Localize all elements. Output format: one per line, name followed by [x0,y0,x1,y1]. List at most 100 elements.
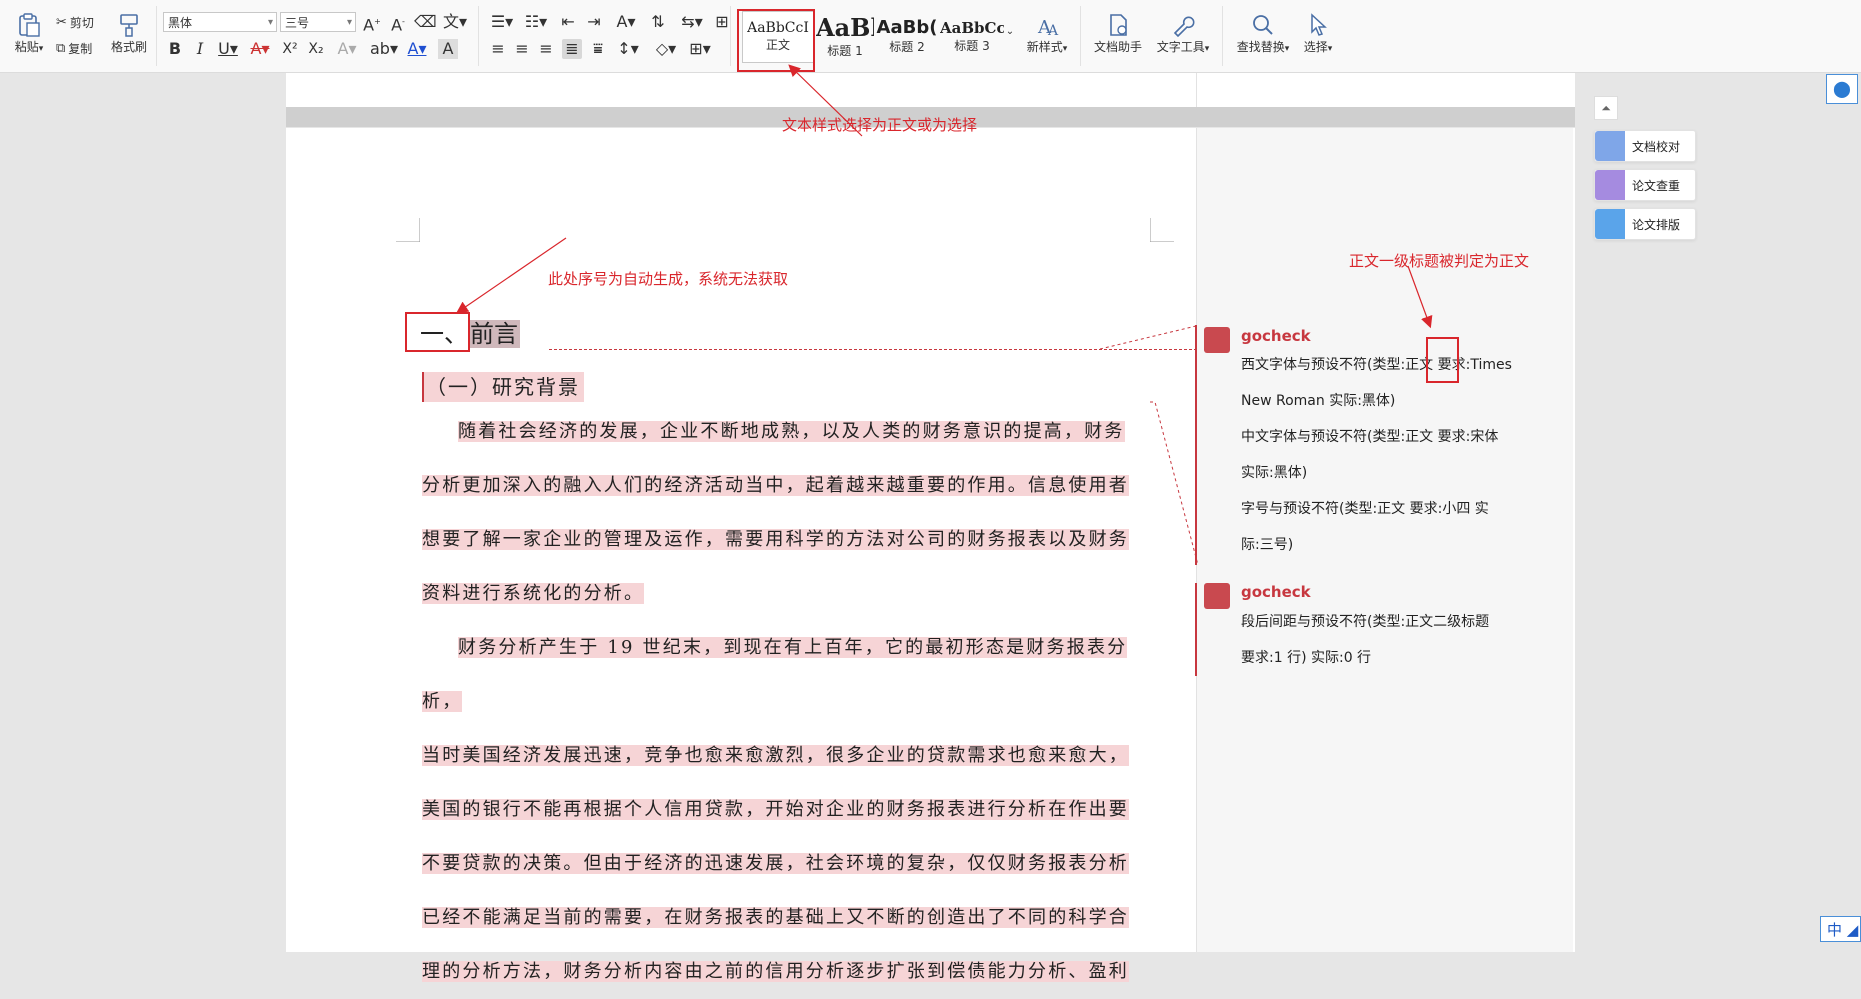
table-grid-icon[interactable]: ⊞ [712,12,732,32]
thesis-format-label: 论文排版 [1632,218,1681,232]
text-tools-button[interactable]: 文字工具▾ [1152,12,1214,55]
align-right-icon[interactable]: ≡ [536,39,556,59]
comment-text: 要求:1 行) 实际:0 行 [1241,650,1372,666]
style-heading-1-label: 标题 1 [827,44,863,58]
divider [1080,6,1081,66]
annotation-box-style [737,9,815,72]
comment-text: 段后间距与预设不符(类型:正文二级标题 [1241,614,1490,630]
heading-2[interactable]: （一）研究背景 [422,372,584,402]
subscript-icon[interactable]: X₂ [306,39,326,59]
font-size-value: 三号 [285,16,310,30]
paragraph-2[interactable]: 财务分析产生于 19 世纪末，到现在有上百年，它的最初形态是财务报表分析， 当时美… [422,621,1149,999]
paste-icon [19,13,40,37]
cut-button[interactable]: ✂ 剪切 [56,14,94,31]
style-heading-2-label: 标题 2 [889,40,925,54]
avatar [1204,327,1230,353]
grow-font-icon[interactable]: A+ [362,12,382,34]
previous-page-bottom [286,73,1575,107]
find-replace-label: 查找替换 [1236,40,1285,54]
copy-button[interactable]: ⧉ 复制 [56,40,92,57]
heading-1-comment-leader [549,349,1197,351]
heading-1-text: 前言 [468,320,520,348]
wrench-icon [1173,16,1195,38]
font-color-icon[interactable]: A▾ [404,39,430,59]
doc-assistant-icon [1110,14,1127,36]
numbered-list-icon[interactable]: ☷▾ [522,12,550,32]
italic-icon[interactable]: I [190,39,210,59]
new-style-label: 新样式 [1026,40,1063,54]
style-heading-1[interactable]: AaBl 标题 1 [816,11,874,61]
plagiarism-check-label: 论文查重 [1632,179,1681,193]
divider [730,6,731,66]
shading-icon[interactable]: ◇▾ [652,39,680,59]
shrink-font-icon[interactable]: A- [388,12,408,34]
style-heading-3-sample: AaBbCcI [940,19,1004,37]
increase-indent-icon[interactable]: ⇥ [584,12,604,32]
bullet-list-icon[interactable]: ☰▾ [488,12,516,32]
ime-indicator[interactable]: 中 ◢ [1820,916,1861,942]
proofread-label: 文档校对 [1632,140,1681,154]
paragraph-marks-icon[interactable]: ⇆▾ [678,12,706,32]
style-heading-3-label: 标题 3 [954,39,990,53]
annotation-box-number [405,312,470,352]
border-icon[interactable]: ⊞▾ [686,39,714,59]
copy-label: 复制 [68,42,93,56]
strikethrough-icon[interactable]: A▾ [247,39,273,59]
svg-text:A: A [1047,23,1059,38]
location-pin-icon[interactable]: ⬤ [1826,74,1858,104]
superscript-icon[interactable]: X² [280,39,300,59]
proofread-button[interactable]: 文档校对 [1594,130,1696,162]
paragraph-line: 想要了解一家企业的管理及运作，需要用科学的方法对公司的财务报表以及财务 [422,529,1129,550]
align-justify-icon[interactable]: ≣ [562,39,582,59]
crop-mark-left [396,218,420,242]
thesis-format-button[interactable]: 论文排版 [1594,208,1696,240]
copy-icon: ⧉ [56,41,66,56]
line-spacing-icon[interactable]: ↕▾ [614,39,642,59]
paste-button[interactable]: 粘贴▾ [10,12,48,55]
font-size-select[interactable]: 三号 [280,12,356,33]
style-heading-2[interactable]: AaBb( 标题 2 [876,11,938,61]
select-button[interactable]: 选择▾ [1298,12,1338,55]
sort-icon[interactable]: ⇅ [648,12,668,32]
font-name-select[interactable]: 黑体 [163,12,277,33]
highlight-icon[interactable]: ab▾ [370,39,398,59]
find-replace-button[interactable]: 查找替换▾ [1232,12,1294,55]
scissors-icon: ✂ [56,15,67,30]
annotation-auto-number-note: 此处序号为自动生成，系统无法获取 [548,270,789,288]
new-style-button[interactable]: AA 新样式▾ [1022,12,1072,55]
collapse-panel-icon[interactable]: ⏶ [1594,96,1618,120]
paragraph-line: 随着社会经济的发展，企业不断地成熟，以及人类的财务意识的提高，财务 [458,421,1125,442]
style-gallery-more-icon[interactable]: ⌄ [1004,22,1016,42]
doc-assistant-button[interactable]: 文档助手 [1090,12,1146,55]
paragraph-line: 分析更加深入的融入人们的经济活动当中，起着越来越重要的作用。信息使用者 [422,475,1129,496]
phonetic-guide-icon[interactable]: 文▾ [442,12,468,32]
doc-assistant-label: 文档助手 [1093,40,1142,54]
format-painter-button[interactable]: 格式刷 [108,12,150,55]
underline-icon[interactable]: U▾ [215,39,241,59]
text-effect-icon[interactable]: A▾ [334,39,360,59]
clear-format-icon[interactable]: ⌫ [414,12,437,32]
text-tools-label: 文字工具 [1156,40,1205,54]
comment-text: 西文字体与预设不符(类型:正文 要求:Times [1241,357,1512,373]
plagiarism-check-button[interactable]: 论文查重 [1594,169,1696,201]
paste-label: 粘贴 [14,40,39,54]
align-left-icon[interactable]: ≡ [488,39,508,59]
paragraph-1[interactable]: 随着社会经济的发展，企业不断地成熟，以及人类的财务意识的提高，财务分析更加深入的… [422,405,1149,621]
paragraph-line: 财务分析产生于 19 世纪末，到现在有上百年，它的最初形态是财务报表分析， [422,637,1128,712]
decrease-indent-icon[interactable]: ⇤ [558,12,578,32]
font-name-value: 黑体 [168,16,193,30]
comment-text: 实际:黑体) [1241,465,1308,481]
cursor-icon [1311,13,1327,36]
style-heading-3[interactable]: AaBbCcI 标题 3 [940,11,1004,61]
ribbon-toolbar: 粘贴▾ ✂剪切 ⧉复制 格式刷 黑体 三号 A+ A- ⌫ 文▾ B I U▾ … [0,0,1861,73]
paragraph-line: 不要贷款的决策。但由于经济的迅速发展，社会环境的复杂，仅仅财务报表分析 [422,853,1129,874]
align-center-icon[interactable]: ≡ [512,39,532,59]
bold-icon[interactable]: B [165,39,185,59]
char-shading-icon[interactable]: A [438,39,458,59]
text-direction-icon[interactable]: A▾ [612,12,640,32]
distributed-align-icon[interactable]: ⩸ [588,39,608,59]
divider [1222,6,1223,66]
plagiarism-check-icon [1595,170,1625,200]
paragraph-line: 美国的银行不能再根据个人信用贷款，开始对企业的财务报表进行分析在作出要 [422,799,1129,820]
style-heading-2-sample: AaBb( [876,17,938,38]
